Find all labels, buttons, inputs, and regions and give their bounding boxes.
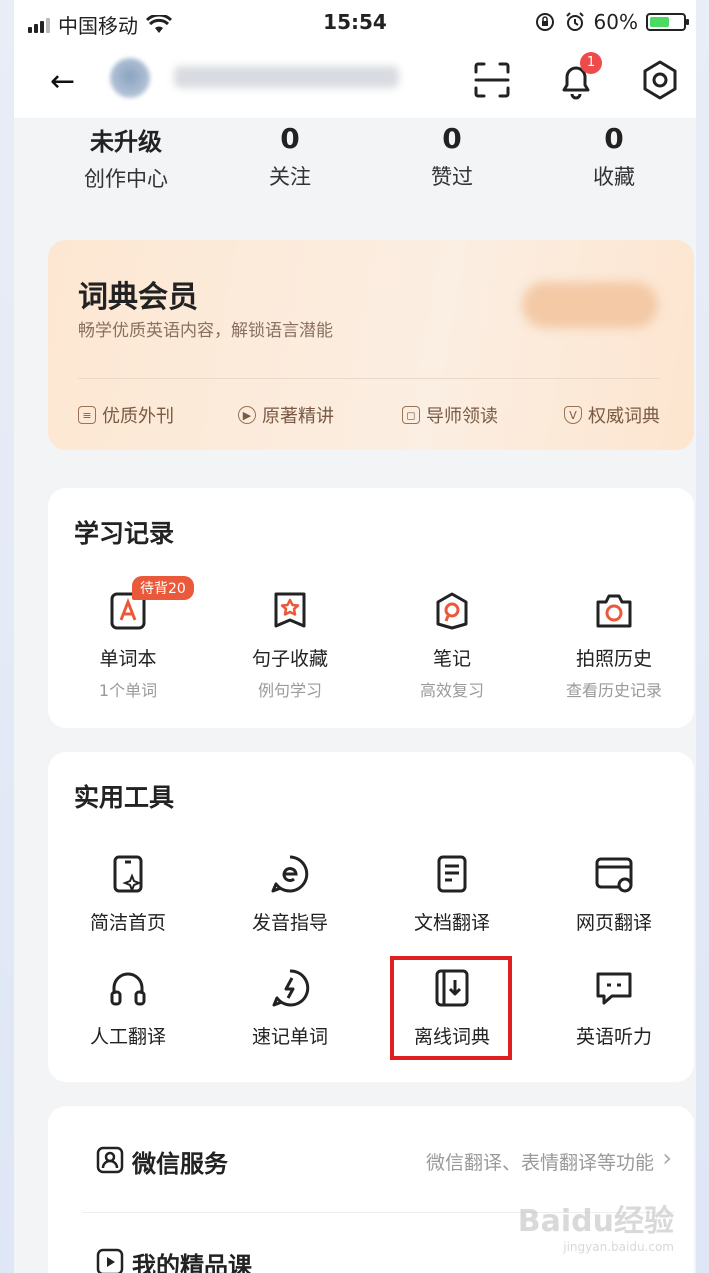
study-item-wordbook[interactable]: 待背20 单词本 1个单词 [48, 576, 208, 701]
watermark-text: Baidu经验 [517, 1204, 674, 1239]
tool-human-translate[interactable]: 人工翻译 [48, 966, 208, 1049]
tool-name: 速记单词 [251, 1026, 328, 1048]
stat-following[interactable]: 0 关注 [220, 122, 360, 191]
browser-icon [595, 857, 633, 893]
perk-classics[interactable]: ▶ 原著精讲 [238, 402, 334, 428]
perk-label: 原著精讲 [262, 406, 334, 427]
camera-icon [596, 594, 632, 628]
battery-fill [650, 17, 670, 27]
tool-pronunciation[interactable]: 发音指导 [210, 852, 370, 935]
divider [78, 378, 660, 379]
box-icon: ◻ [402, 406, 420, 424]
battery-percent: 60% [593, 10, 638, 34]
chevron-right-icon[interactable]: › [662, 1144, 672, 1172]
rotation-lock-icon [535, 13, 554, 31]
perk-dictionary[interactable]: V 权威词典 [564, 402, 660, 428]
study-item-name: 句子收藏 [251, 648, 328, 670]
vip-open-button[interactable] [522, 282, 658, 328]
study-item-name: 单词本 [99, 648, 157, 670]
background-left [0, 0, 14, 1273]
pronunciation-icon [271, 855, 309, 893]
stat-creation-center[interactable]: 未升级 创作中心 [56, 122, 196, 193]
lightning-bubble-icon [272, 969, 310, 1007]
stat-value: 0 [442, 122, 462, 155]
section-title: 学习记录 [74, 519, 175, 548]
study-item-desc: 1个单词 [98, 681, 158, 700]
scan-icon[interactable] [470, 58, 514, 102]
my-courses-title[interactable]: 我的精品课 [132, 1246, 252, 1273]
tool-name: 网页翻译 [575, 912, 652, 934]
perk-label: 权威词典 [588, 406, 660, 427]
section-title: 实用工具 [74, 783, 175, 812]
perk-label: 优质外刊 [102, 406, 174, 427]
study-records-card: 学习记录 待背20 单词本 1个单词 句子收藏 例句学习 笔记 高效复习 拍照历… [48, 488, 694, 728]
battery-icon [646, 13, 689, 31]
watermark-sub: jingyan.baidu.com [563, 1240, 674, 1254]
stat-label: 赞过 [431, 165, 473, 189]
study-item-name: 笔记 [432, 648, 471, 670]
stat-label: 关注 [269, 165, 311, 189]
status-right: 60% [534, 10, 689, 34]
course-icon [96, 1248, 124, 1273]
wechat-service-icon [96, 1146, 124, 1174]
tool-name: 简洁首页 [89, 912, 166, 934]
stat-value: 未升级 [90, 128, 162, 156]
vip-subtitle: 畅学优质英语内容，解锁语言潜能 [78, 321, 333, 341]
stat-favorites[interactable]: 0 收藏 [544, 122, 684, 191]
watermark: Baidu经验 jingyan.baidu.com [518, 1196, 674, 1254]
perk-mentor[interactable]: ◻ 导师领读 [402, 402, 498, 428]
stat-liked[interactable]: 0 赞过 [382, 122, 522, 191]
tool-name: 英语听力 [575, 1026, 652, 1048]
highlight-box [390, 956, 512, 1060]
sentence-bookmark-icon [274, 592, 306, 628]
profile-stats: 未升级 创作中心 0 关注 0 赞过 0 收藏 [14, 118, 696, 210]
notification-button[interactable]: 1 [554, 52, 602, 102]
headphones-icon [110, 972, 146, 1006]
phone-sparkle-icon [113, 855, 143, 893]
vip-title: 词典会员 [78, 280, 198, 315]
perk-label: 导师领读 [426, 406, 498, 427]
status-bar: 中国移动 15:54 60% [14, 0, 696, 46]
study-item-notes[interactable]: 笔记 高效复习 [372, 588, 532, 701]
username-blurred [174, 66, 399, 88]
settings-icon[interactable] [638, 58, 682, 102]
study-item-photo-history[interactable]: 拍照历史 查看历史记录 [534, 588, 694, 701]
study-item-name: 拍照历史 [575, 648, 652, 670]
shield-icon: V [564, 406, 582, 424]
play-icon: ▶ [238, 406, 256, 424]
vip-card[interactable]: 词典会员 畅学优质英语内容，解锁语言潜能 ≡ 优质外刊 ▶ 原著精讲 ◻ 导师领读 V… [48, 240, 694, 450]
tool-simple-home[interactable]: 简洁首页 [48, 852, 208, 935]
tool-quick-words[interactable]: 速记单词 [210, 966, 370, 1049]
wordbook-tag: 待背20 [132, 576, 194, 600]
tool-document-translate[interactable]: 文档翻译 [372, 852, 532, 935]
tools-card: 实用工具 简洁首页 发音指导 文档翻译 网页翻译 人工翻译 速记单词 离线词典 [48, 752, 694, 1082]
wechat-service-title[interactable]: 微信服务 [132, 1144, 228, 1179]
stat-value: 0 [604, 122, 624, 155]
stat-label: 收藏 [593, 165, 635, 189]
notification-badge: 1 [580, 52, 602, 74]
back-arrow-icon[interactable]: ← [50, 64, 75, 99]
tool-name: 人工翻译 [89, 1026, 166, 1048]
study-item-desc: 例句学习 [257, 681, 322, 700]
stat-value: 0 [280, 122, 300, 155]
alarm-icon [565, 12, 584, 31]
background-right [696, 0, 709, 1273]
phone-screen: 中国移动 15:54 60% ← 1 未升级 创作中心 0 关注 0 赞过 0 … [14, 0, 696, 1273]
document-icon [437, 855, 467, 893]
chat-bubble-icon [596, 972, 632, 1005]
stat-label: 创作中心 [84, 167, 168, 191]
study-item-desc: 高效复习 [419, 681, 484, 700]
tool-web-translate[interactable]: 网页翻译 [534, 852, 694, 935]
study-item-sentences[interactable]: 句子收藏 例句学习 [210, 588, 370, 701]
tool-name: 发音指导 [251, 912, 328, 934]
notes-icon [436, 592, 468, 630]
tool-name: 文档翻译 [413, 912, 490, 934]
study-item-desc: 查看历史记录 [565, 681, 662, 700]
tool-english-listening[interactable]: 英语听力 [534, 966, 694, 1049]
wechat-service-desc: 微信翻译、表情翻译等功能 [425, 1152, 654, 1174]
avatar[interactable] [110, 58, 150, 98]
journal-icon: ≡ [78, 406, 96, 424]
profile-header: ← 1 [14, 46, 696, 118]
perk-journals[interactable]: ≡ 优质外刊 [78, 402, 174, 428]
